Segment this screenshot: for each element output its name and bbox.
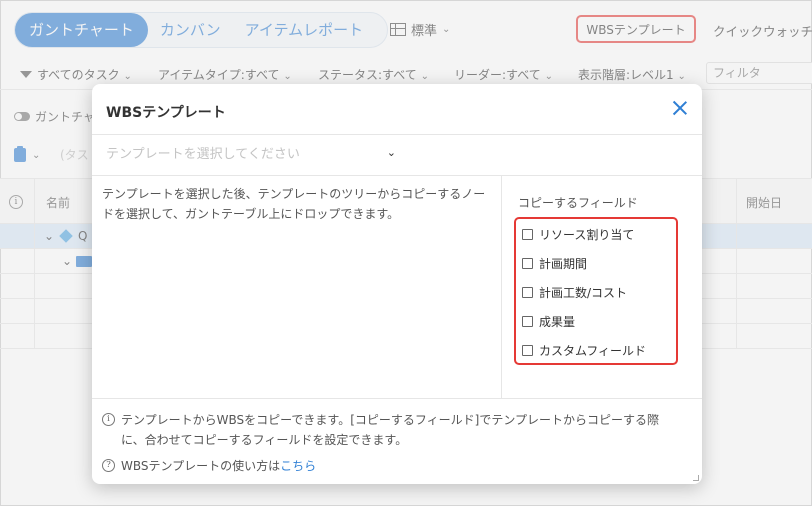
template-select-placeholder: テンプレートを選択してください [106,146,300,162]
template-select[interactable]: テンプレートを選択してください ⌄ [106,140,396,164]
wbs-template-dialog: WBSテンプレート テンプレートを選択してください ⌄ テンプレートを選択した後… [92,84,702,484]
divider [92,134,702,135]
field-label: 計画期間 [539,257,588,271]
template-tree-pane: テンプレートを選択した後、テンプレートのツリーからコピーするノードを選択して、ガ… [92,176,502,398]
field-label: リソース割り当て [539,228,635,242]
close-icon[interactable] [672,100,688,116]
help-note: ? WBSテンプレートの使い方は こちら [102,456,316,476]
dialog-description: テンプレートを選択した後、テンプレートのツリーからコピーするノードを選択して、ガ… [102,187,486,221]
field-resource-assignment[interactable]: リソース割り当て [522,226,634,243]
help-link[interactable]: こちら [280,456,316,476]
info-note: i テンプレートからWBSをコピーできます。[コピーするフィールド]でテンプレー… [102,410,682,450]
checkbox[interactable] [522,258,533,269]
checkbox[interactable] [522,287,533,298]
field-deliverables[interactable]: 成果量 [522,313,575,330]
field-planned-period[interactable]: 計画期間 [522,255,587,272]
field-planned-effort-cost[interactable]: 計画工数/コスト [522,284,627,301]
help-icon: ? [102,459,115,472]
info-icon: i [102,413,115,426]
field-label: 成果量 [539,315,576,329]
resize-handle[interactable] [693,475,699,481]
help-text: WBSテンプレートの使い方は [121,459,281,473]
copy-fields-group: リソース割り当て 計画期間 計画工数/コスト 成果量 カスタムフィールド [514,217,678,365]
checkbox[interactable] [522,229,533,240]
checkbox[interactable] [522,345,533,356]
copy-fields-label: コピーするフィールド [518,196,638,210]
field-label: 計画工数/コスト [539,286,628,300]
checkbox[interactable] [522,316,533,327]
field-label: カスタムフィールド [539,344,647,358]
dialog-title: WBSテンプレート [106,105,226,121]
divider [92,398,702,399]
chevron-down-icon: ⌄ [386,145,396,159]
field-custom-fields[interactable]: カスタムフィールド [522,342,646,359]
info-text: テンプレートからWBSをコピーできます。[コピーするフィールド]でテンプレートか… [121,413,659,447]
